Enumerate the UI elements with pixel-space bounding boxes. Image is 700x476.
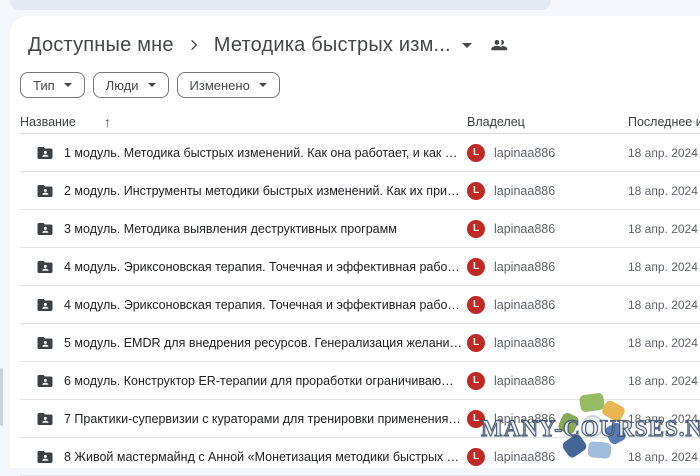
column-header-owner[interactable]: Владелец	[467, 115, 628, 129]
current-folder-menu[interactable]: Методика быстрых изм...	[214, 34, 472, 57]
breadcrumb-shared-with-me[interactable]: Доступные мне	[28, 34, 174, 57]
file-name: 2 модуль. Инструменты методики быстрых и…	[64, 184, 467, 198]
filter-chip-modified-label: Изменено	[190, 78, 250, 93]
page-title: Методика быстрых изм...	[214, 34, 451, 57]
owner-name: lapinaa886	[494, 374, 555, 388]
avatar: L	[467, 296, 485, 314]
file-rows: 1 модуль. Методика быстрых изменений. Ка…	[10, 134, 700, 476]
modified-date: 18 апр. 2024 г.	[628, 298, 700, 312]
drive-content-panel: Доступные мне Методика быстрых изм... Ти…	[10, 16, 700, 468]
file-name-cell: 1 модуль. Методика быстрых изменений. Ка…	[20, 144, 467, 162]
owner-cell: L lapinaa886	[467, 258, 628, 276]
filter-chip-people[interactable]: Люди	[93, 72, 169, 98]
filter-chip-modified[interactable]: Изменено	[177, 72, 280, 98]
avatar: L	[467, 182, 485, 200]
file-name: 6 модуль. Конструктор ER-терапии для про…	[64, 374, 467, 388]
avatar: L	[467, 258, 485, 276]
owner-name: lapinaa886	[494, 184, 555, 198]
owner-cell: L lapinaa886	[467, 220, 628, 238]
filter-chip-type-label: Тип	[33, 78, 55, 93]
table-row[interactable]: 5 модуль. EMDR для внедрения ресурсов. Г…	[20, 324, 700, 362]
file-name: 8 Живой мастермайнд с Анной «Монетизация…	[64, 450, 467, 464]
caret-down-icon	[462, 43, 472, 48]
owner-cell: L lapinaa886	[467, 448, 628, 466]
search-bar-bottom-fragment	[10, 0, 551, 10]
owner-cell: L lapinaa886	[467, 296, 628, 314]
file-name: 5 модуль. EMDR для внедрения ресурсов. Г…	[64, 336, 467, 350]
modified-date: 18 апр. 2024 г.	[628, 336, 700, 350]
file-name-cell: 8 Живой мастермайнд с Анной «Монетизация…	[20, 448, 467, 466]
owner-name: lapinaa886	[494, 146, 555, 160]
breadcrumb: Доступные мне Методика быстрых изм...	[28, 30, 508, 60]
table-row[interactable]: 4 модуль. Эриксоновская терапия. Точечна…	[20, 248, 700, 286]
owner-name: lapinaa886	[494, 298, 555, 312]
shared-folder-icon	[36, 334, 54, 352]
modified-date: 18 апр. 2024 г.	[628, 450, 700, 464]
caret-down-icon	[64, 83, 72, 87]
filter-chip-type[interactable]: Тип	[20, 72, 85, 98]
filter-chips: Тип Люди Изменено	[20, 72, 280, 98]
shared-folder-icon	[36, 296, 54, 314]
column-header-modified[interactable]: Последнее изменение	[628, 115, 700, 129]
modified-date: 18 апр. 2024 г.	[628, 184, 700, 198]
shared-folder-icon	[36, 410, 54, 428]
owner-name: lapinaa886	[494, 260, 555, 274]
owner-cell: L lapinaa886	[467, 144, 628, 162]
file-name-cell: 4 модуль. Эриксоновская терапия. Точечна…	[20, 296, 467, 314]
file-name: 7 Практики-супервизии с кураторами для т…	[64, 412, 467, 426]
file-name: 1 модуль. Методика быстрых изменений. Ка…	[64, 146, 467, 160]
table-row[interactable]: 8 Живой мастермайнд с Анной «Монетизация…	[20, 438, 700, 476]
file-list-header: Название ↑ Владелец Последнее изменение	[20, 110, 700, 134]
owner-name: lapinaa886	[494, 222, 555, 236]
table-row[interactable]: 3 модуль. Методика выявления деструктивн…	[20, 210, 700, 248]
modified-date: 18 апр. 2024 г.	[628, 260, 700, 274]
avatar: L	[467, 372, 485, 390]
table-row[interactable]: 6 модуль. Конструктор ER-терапии для про…	[20, 362, 700, 400]
filter-chip-people-label: Люди	[106, 78, 139, 93]
table-row[interactable]: 1 модуль. Методика быстрых изменений. Ка…	[20, 134, 700, 172]
file-name-cell: 6 модуль. Конструктор ER-терапии для про…	[20, 372, 467, 390]
avatar: L	[467, 220, 485, 238]
modified-date: 18 апр. 2024 г.	[628, 146, 700, 160]
modified-date: 18 апр. 2024 г.	[628, 412, 700, 426]
shared-folder-icon	[36, 182, 54, 200]
shared-folder-icon	[36, 258, 54, 276]
owner-cell: L lapinaa886	[467, 410, 628, 428]
file-name-cell: 5 модуль. EMDR для внедрения ресурсов. Г…	[20, 334, 467, 352]
file-name: 4 модуль. Эриксоновская терапия. Точечна…	[64, 298, 467, 312]
column-header-name[interactable]: Название ↑	[20, 114, 467, 130]
owner-cell: L lapinaa886	[467, 372, 628, 390]
shared-folder-icon	[36, 448, 54, 466]
avatar: L	[467, 410, 485, 428]
file-name-cell: 7 Практики-супервизии с кураторами для т…	[20, 410, 467, 428]
shared-folder-icon	[36, 144, 54, 162]
avatar: L	[467, 144, 485, 162]
avatar: L	[467, 334, 485, 352]
owner-cell: L lapinaa886	[467, 182, 628, 200]
file-list: Название ↑ Владелец Последнее изменение …	[10, 110, 700, 476]
owner-cell: L lapinaa886	[467, 334, 628, 352]
avatar: L	[467, 448, 485, 466]
caret-down-icon	[148, 83, 156, 87]
owner-name: lapinaa886	[494, 412, 555, 426]
modified-date: 18 апр. 2024 г.	[628, 222, 700, 236]
file-name: 4 модуль. Эриксоновская терапия. Точечна…	[64, 260, 467, 274]
modified-date: 18 апр. 2024 г.	[628, 374, 700, 388]
shared-people-icon[interactable]	[489, 36, 508, 55]
shared-folder-icon	[36, 220, 54, 238]
sidebar-scrollbar-thumb[interactable]	[0, 368, 3, 426]
file-name-cell: 2 модуль. Инструменты методики быстрых и…	[20, 182, 467, 200]
table-row[interactable]: 2 модуль. Инструменты методики быстрых и…	[20, 172, 700, 210]
owner-name: lapinaa886	[494, 450, 555, 464]
table-row[interactable]: 7 Практики-супервизии с кураторами для т…	[20, 400, 700, 438]
caret-down-icon	[259, 83, 267, 87]
file-name-cell: 4 модуль. Эриксоновская терапия. Точечна…	[20, 258, 467, 276]
chevron-right-icon	[186, 37, 202, 53]
sort-ascending-icon: ↑	[104, 114, 111, 130]
file-name: 3 модуль. Методика выявления деструктивн…	[64, 222, 401, 236]
file-name-cell: 3 модуль. Методика выявления деструктивн…	[20, 220, 467, 238]
shared-folder-icon	[36, 372, 54, 390]
table-row[interactable]: 4 модуль. Эриксоновская терапия. Точечна…	[20, 286, 700, 324]
owner-name: lapinaa886	[494, 336, 555, 350]
